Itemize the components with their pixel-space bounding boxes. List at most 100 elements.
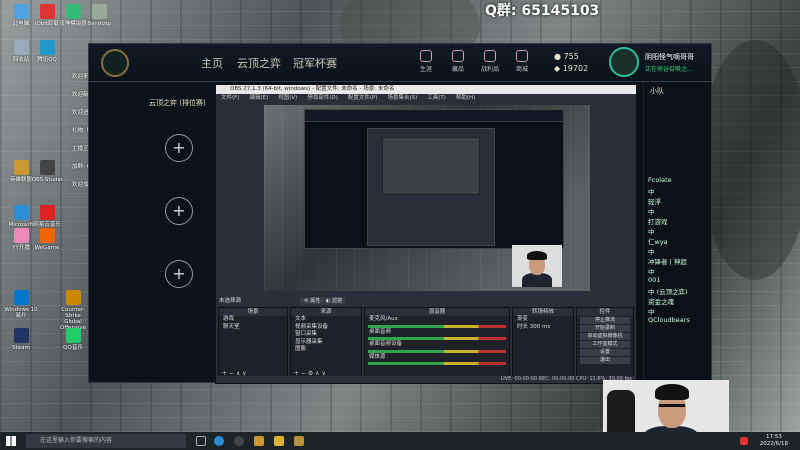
- friend-list-item[interactable]: 中: [648, 246, 655, 256]
- controls-item[interactable]: 设置: [580, 349, 630, 356]
- nested-lol-window: [304, 109, 564, 249]
- friend-list-item[interactable]: Fcolate: [648, 176, 672, 184]
- sources-item[interactable]: 图像: [291, 346, 361, 354]
- friend-list-item[interactable]: 打游戏: [648, 216, 668, 226]
- riot-points: ◆ 19702: [554, 64, 589, 73]
- controls-item[interactable]: 停止推流: [580, 317, 630, 324]
- desktop-icon[interactable]: Steam: [4, 328, 38, 351]
- friend-list-item[interactable]: 冲锋者 | 神超: [648, 256, 687, 266]
- summoner-avatar[interactable]: [609, 47, 639, 77]
- collection-icon: [452, 50, 464, 62]
- friend-list-item[interactable]: 中: [648, 186, 655, 196]
- desktop-icon[interactable]: QQ音乐: [56, 328, 90, 351]
- loot-icon: [484, 50, 496, 62]
- friend-list-item[interactable]: 中: [648, 266, 655, 276]
- friend-list-item[interactable]: QCloudbears: [648, 316, 690, 324]
- mixer-item[interactable]: 桌面音频设备: [365, 341, 509, 349]
- sources-item[interactable]: 视频采集设备: [291, 324, 361, 332]
- app-icon: [13, 160, 29, 175]
- lol-logo-icon[interactable]: [101, 49, 129, 77]
- audio-meter[interactable]: [368, 362, 506, 365]
- desktop-icon[interactable]: 腾讯QQ: [30, 40, 64, 63]
- friend-list-item[interactable]: 中: [648, 306, 655, 316]
- mixer-item[interactable]: 麦克风/Aux: [365, 316, 509, 324]
- friend-list-item[interactable]: 中: [648, 226, 655, 236]
- mixer-item[interactable]: 桌面音频: [365, 329, 509, 337]
- friend-list-item[interactable]: 资金之魂: [648, 296, 674, 306]
- mixer-item[interactable]: 媒体源: [365, 354, 509, 362]
- scenes-item[interactable]: 游戏: [219, 316, 287, 324]
- transitions-dock-title: 转场特效: [513, 308, 573, 316]
- friend-list-item[interactable]: 中 (云顶之弈): [648, 286, 688, 296]
- nav-tft[interactable]: 云顶之弈: [237, 55, 281, 71]
- tool-loot[interactable]: 战利品: [475, 50, 505, 73]
- tool-store[interactable]: 商城: [507, 50, 537, 73]
- obs-menu-item[interactable]: 停靠部件(D): [307, 95, 338, 101]
- obs-menu-item[interactable]: 视图(V): [278, 95, 297, 101]
- sources-item[interactable]: 显示器采集: [291, 339, 361, 347]
- friend-list-item[interactable]: 中: [648, 206, 655, 216]
- sources-item[interactable]: 窗口采集: [291, 331, 361, 339]
- desktop-icon[interactable]: Windows 10 易升: [4, 290, 38, 319]
- properties-button[interactable]: ⚙ 属性: [300, 297, 325, 305]
- audio-meter[interactable]: [368, 349, 506, 353]
- taskbar-search-input[interactable]: 在这里输入你要搜索的内容: [26, 434, 186, 448]
- nav-home[interactable]: 主页: [201, 55, 223, 71]
- tray-icon[interactable]: [740, 437, 748, 445]
- filters-button[interactable]: ◐ 滤镜: [322, 297, 346, 305]
- transitions-item[interactable]: 渐变: [513, 316, 573, 324]
- desktop-icon[interactable]: Bandizip: [82, 4, 116, 27]
- desktop-icon[interactable]: 网易云音乐: [30, 205, 64, 228]
- edge-icon[interactable]: [214, 436, 224, 446]
- audio-meter[interactable]: [368, 337, 506, 340]
- cam-hair: [655, 384, 689, 400]
- tool-profile[interactable]: 生涯: [411, 50, 441, 73]
- invite-slot-1[interactable]: +: [165, 134, 193, 162]
- nested-topbar: [305, 110, 563, 122]
- scenes-dock-title: 场景: [219, 308, 287, 316]
- desktop-icon-label: OBS Studio: [31, 177, 63, 183]
- transitions-item[interactable]: 时长 300 ms: [513, 324, 573, 332]
- sources-item[interactable]: 文本: [291, 316, 361, 324]
- tool-collection[interactable]: 藏品: [443, 50, 473, 73]
- controls-item[interactable]: 工作室模式: [580, 341, 630, 348]
- app-icon: [13, 328, 29, 343]
- app-icon: [39, 4, 55, 19]
- controls-item[interactable]: 退出: [580, 357, 630, 364]
- desktop-icon-label: Windows 10 易升: [4, 307, 38, 319]
- obs-icon[interactable]: [234, 436, 244, 446]
- obs-menu-item[interactable]: 工具(T): [427, 95, 446, 101]
- obs-window: OBS 27.1.3 (64-bit, windows) - 配置文件: 未命名…: [215, 84, 637, 384]
- nav-clash[interactable]: 冠军杯赛: [293, 55, 337, 71]
- invite-slot-3[interactable]: +: [165, 260, 193, 288]
- obs-menu-item[interactable]: 编辑(E): [249, 95, 268, 101]
- lol-icon[interactable]: [254, 436, 264, 446]
- invite-slot-2[interactable]: +: [165, 197, 193, 225]
- desktop-icon-label: 腾讯QQ: [37, 57, 57, 63]
- audio-meter[interactable]: [368, 324, 506, 328]
- controls-item[interactable]: 开始录制: [580, 325, 630, 332]
- friend-list-item[interactable]: 001: [648, 276, 660, 284]
- friend-list-item[interactable]: 轻浮: [648, 196, 661, 206]
- summoner-name: 阴阳怪气嘀哥哥: [645, 53, 694, 61]
- app-icon: [13, 228, 29, 243]
- obs-menu-item[interactable]: 配置文件(P): [348, 95, 378, 101]
- lol-topbar: 主页 云顶之弈 冠军杯赛 生涯 藏品 战利品 商城 ● 755 ◆ 19702 …: [89, 44, 711, 82]
- controls-item[interactable]: 启动虚拟摄像机: [580, 333, 630, 340]
- lol-client-icon[interactable]: [294, 436, 304, 446]
- scenes-item[interactable]: 聊天室: [219, 324, 287, 332]
- obs-menu-item[interactable]: 帮助(H): [456, 95, 475, 101]
- obs-preview[interactable]: [264, 105, 590, 291]
- taskbar-clock[interactable]: 17:53 2022/6/18: [760, 434, 788, 448]
- task-view-icon[interactable]: [196, 436, 206, 446]
- desktop-icon[interactable]: WeGame: [30, 228, 64, 251]
- friend-list-item[interactable]: 仁wya: [648, 236, 668, 246]
- obs-menu-item[interactable]: 文件(F): [221, 95, 239, 101]
- source-label-bar: 未选择源: [219, 298, 242, 304]
- scenes-dock: 场景 游戏 聊天室 + − ∧ ∨: [218, 307, 288, 379]
- obs-menu-item[interactable]: 场景集合(S): [387, 95, 417, 101]
- file-explorer-icon[interactable]: [274, 436, 284, 446]
- desktop-icon[interactable]: OBS Studio: [30, 160, 64, 183]
- windows-start-icon[interactable]: [6, 436, 16, 446]
- desktop-icon[interactable]: Counter-Strike Global Offensive: [56, 290, 90, 331]
